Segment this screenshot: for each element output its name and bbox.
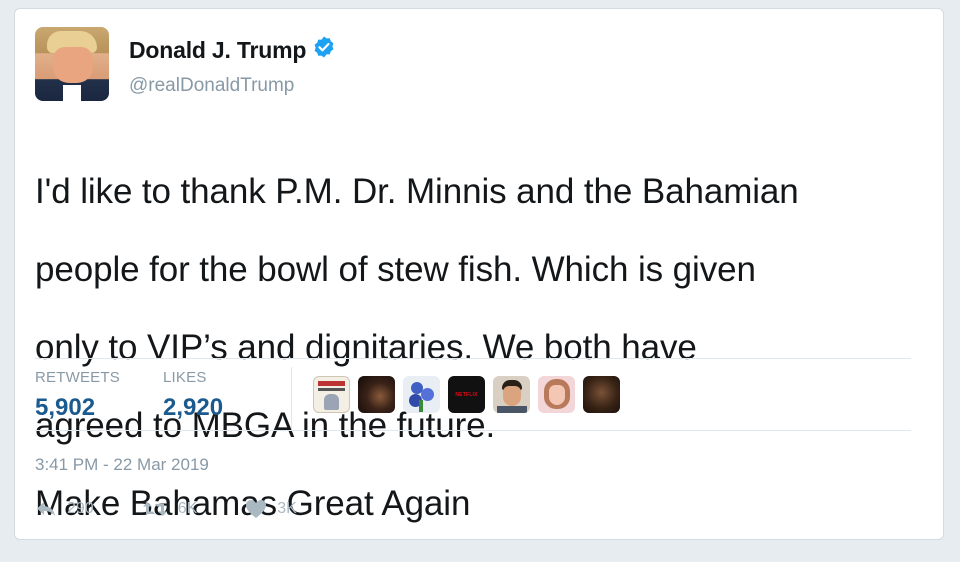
retweet-count: 6K <box>177 500 198 517</box>
liker-avatars: NETFLIX <box>313 376 620 413</box>
reply-count: 290 <box>67 500 94 517</box>
tweet-actions: 290 6K 3K <box>35 499 345 519</box>
like-action[interactable]: 3K <box>245 499 297 519</box>
stats-top-divider <box>35 358 911 359</box>
verified-badge-icon <box>312 35 336 65</box>
tweet-card: Donald J. Trump @realDonaldTrump I'd lik… <box>14 8 944 540</box>
man-portrait-avatar[interactable] <box>493 376 530 413</box>
woman-portrait-avatar[interactable] <box>538 376 575 413</box>
retweets-stat[interactable]: RETWEETS 5,902 <box>35 369 120 422</box>
book-cover-avatar[interactable] <box>313 376 350 413</box>
retweet-action[interactable]: 6K <box>142 500 198 518</box>
tweet-text-line: I'd like to thank P.M. Dr. Minnis and th… <box>35 172 799 211</box>
author-avatar[interactable] <box>35 27 109 101</box>
reply-icon <box>37 502 55 516</box>
retweets-label: RETWEETS <box>35 369 120 386</box>
author-name-text[interactable]: Donald J. Trump <box>129 37 306 63</box>
retweets-count[interactable]: 5,902 <box>35 394 120 422</box>
tweet-text: I'd like to thank P.M. Dr. Minnis and th… <box>35 133 935 562</box>
heart-icon <box>246 500 267 518</box>
likes-stat[interactable]: LIKES 2,920 <box>163 369 223 422</box>
likes-count[interactable]: 2,920 <box>163 394 223 422</box>
stats-separator <box>291 367 292 429</box>
netflix-logo-avatar[interactable]: NETFLIX <box>448 376 485 413</box>
retweet-icon <box>142 502 167 516</box>
like-count: 3K <box>277 500 297 517</box>
author-handle[interactable]: @realDonaldTrump <box>129 75 294 97</box>
avatar-face <box>53 47 93 83</box>
avatar-shirt <box>63 85 81 101</box>
dark-brown-avatar[interactable] <box>583 376 620 413</box>
netflix-logo-text: NETFLIX <box>455 391 478 398</box>
blue-flower-avatar[interactable] <box>403 376 440 413</box>
tweet-timestamp[interactable]: 3:41 PM - 22 Mar 2019 <box>35 455 209 475</box>
tweet-text-line: people for the bowl of stew fish. Which … <box>35 250 756 289</box>
reply-action[interactable]: 290 <box>35 500 94 518</box>
stats-bottom-divider <box>35 430 911 431</box>
author-name[interactable]: Donald J. Trump <box>129 35 336 65</box>
tweet-text-line: only to VIP’s and dignitaries. We both h… <box>35 328 697 367</box>
dark-portrait-avatar[interactable] <box>358 376 395 413</box>
likes-label: LIKES <box>163 369 207 386</box>
